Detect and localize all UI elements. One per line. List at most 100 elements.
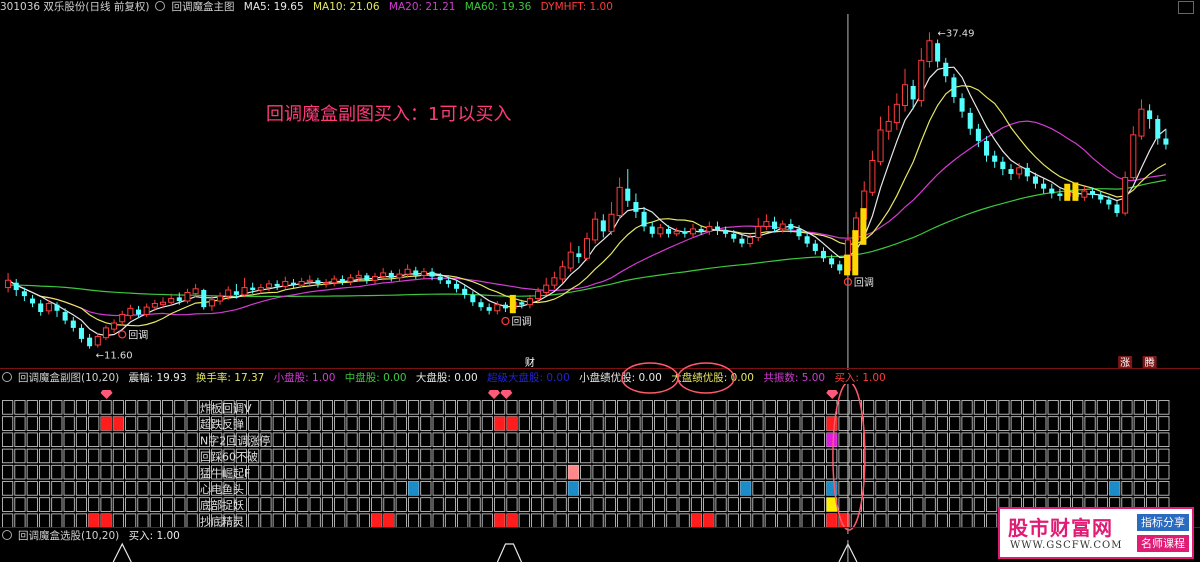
grid-cell xyxy=(432,464,444,480)
grid-cell xyxy=(936,497,948,512)
candle-body xyxy=(364,275,370,281)
grid-cell xyxy=(88,448,100,464)
grid-cell xyxy=(887,464,899,480)
grid-cell xyxy=(936,416,948,431)
grid-cell xyxy=(39,464,51,480)
grid-cell xyxy=(149,448,161,464)
grid-cell xyxy=(248,497,260,512)
grid-cell xyxy=(641,400,653,415)
grid-cell xyxy=(1109,432,1121,448)
grid-cell xyxy=(961,497,973,512)
grid-cell xyxy=(986,464,998,480)
grid-cell xyxy=(678,497,690,512)
candle-body xyxy=(70,320,76,328)
grid-cell xyxy=(248,513,260,528)
grid-cell xyxy=(1047,416,1059,431)
grid-cell xyxy=(26,416,38,431)
candle-body xyxy=(820,250,826,259)
candle-body xyxy=(567,251,574,269)
grid-cell xyxy=(789,513,801,528)
grid-cell xyxy=(764,448,776,464)
signal-bar xyxy=(509,294,516,314)
grid-cell xyxy=(272,400,284,415)
grid-cell xyxy=(63,464,75,480)
grid-cell xyxy=(174,513,186,528)
candle-body xyxy=(706,225,713,232)
grid-cell xyxy=(494,497,506,512)
high-price-label: ←37.49 xyxy=(937,28,974,39)
grid-cell xyxy=(371,432,383,448)
mid-cap-value: 中盘股: 0.00 xyxy=(344,372,407,384)
grid-cell xyxy=(654,432,666,448)
grid-cell xyxy=(149,416,161,431)
grid-cell xyxy=(334,464,346,480)
grid-cell xyxy=(149,400,161,415)
grid-cell xyxy=(469,400,481,415)
grid-cell xyxy=(174,400,186,415)
candle-body xyxy=(201,290,207,308)
grid-cell xyxy=(789,464,801,480)
grid-cell xyxy=(1059,432,1072,448)
diamond-icon xyxy=(100,390,113,399)
grid-cell xyxy=(272,513,284,528)
grid-cell xyxy=(457,513,469,528)
grid-cell xyxy=(1023,448,1035,464)
grid-cell xyxy=(260,448,272,464)
grid-cell xyxy=(112,448,124,464)
grid-cell xyxy=(444,400,456,415)
grid-cell xyxy=(174,497,186,512)
sub-indicator-name[interactable]: 回调魔盒副图(10,20) xyxy=(18,372,119,384)
grid-cell xyxy=(186,432,198,448)
grid-cell xyxy=(1158,464,1170,480)
grid-cell xyxy=(850,448,862,464)
grid-cell xyxy=(457,481,469,496)
grid-cell xyxy=(555,400,567,415)
grid-cell xyxy=(1146,432,1158,448)
grid-cell xyxy=(272,497,284,512)
grid-cell xyxy=(161,464,174,480)
gear-icon[interactable] xyxy=(155,1,166,11)
grid-cell xyxy=(297,432,309,448)
signal-dot-icon xyxy=(501,316,510,326)
grid-cell xyxy=(740,432,752,448)
main-indicator-name[interactable]: 回调魔盒主图 xyxy=(171,1,234,13)
candle-body xyxy=(535,290,542,300)
grid-cell xyxy=(444,448,456,464)
grid-cell xyxy=(617,497,629,512)
grid-cell xyxy=(789,448,801,464)
signal-label: 回调 xyxy=(854,277,874,289)
window-button[interactable] xyxy=(1178,1,1194,14)
candle-body xyxy=(413,270,419,276)
grid-cell xyxy=(297,481,309,496)
grid-cell xyxy=(567,448,579,464)
candle-body xyxy=(689,228,697,235)
grid-cell xyxy=(555,513,567,528)
grid-cell xyxy=(1084,448,1096,464)
gear-icon[interactable] xyxy=(2,530,12,540)
signal-dot-icon xyxy=(118,330,127,339)
grid-cell xyxy=(297,513,309,528)
grid-cell xyxy=(420,400,432,415)
candle-body xyxy=(298,280,305,286)
grid-cell xyxy=(1059,464,1072,480)
grid-cell xyxy=(764,513,776,528)
gear-icon[interactable] xyxy=(2,372,12,382)
grid-cell xyxy=(407,497,420,512)
grid-cell xyxy=(75,416,88,431)
grid-cell xyxy=(309,513,321,528)
grid-cell xyxy=(703,416,715,431)
main-header: 301036 双乐股份(日线 前复权) 回调魔盒主图 MA5: 19.65 MA1… xyxy=(0,0,619,14)
main-chart[interactable]: 回调回调回调←37.49←11.60财涨腾 xyxy=(0,14,1200,370)
grid-cell xyxy=(2,513,14,528)
grid-cell xyxy=(51,416,63,431)
stock-title[interactable]: 301036 双乐股份(日线 前复权) xyxy=(0,1,149,13)
grid-cell xyxy=(592,513,604,528)
grid-cell xyxy=(506,400,518,415)
grid-cell xyxy=(272,481,284,496)
watermark-logo: 股市财富网 WWW.GSCFW.COM 指标分享 名师课程 xyxy=(998,507,1194,559)
grid-cell xyxy=(506,464,518,480)
grid-cell xyxy=(297,448,309,464)
grid-cell xyxy=(678,400,690,415)
candle-body xyxy=(38,303,44,313)
super-large-cap-value: 超级大盘股: 0.00 xyxy=(487,372,570,384)
